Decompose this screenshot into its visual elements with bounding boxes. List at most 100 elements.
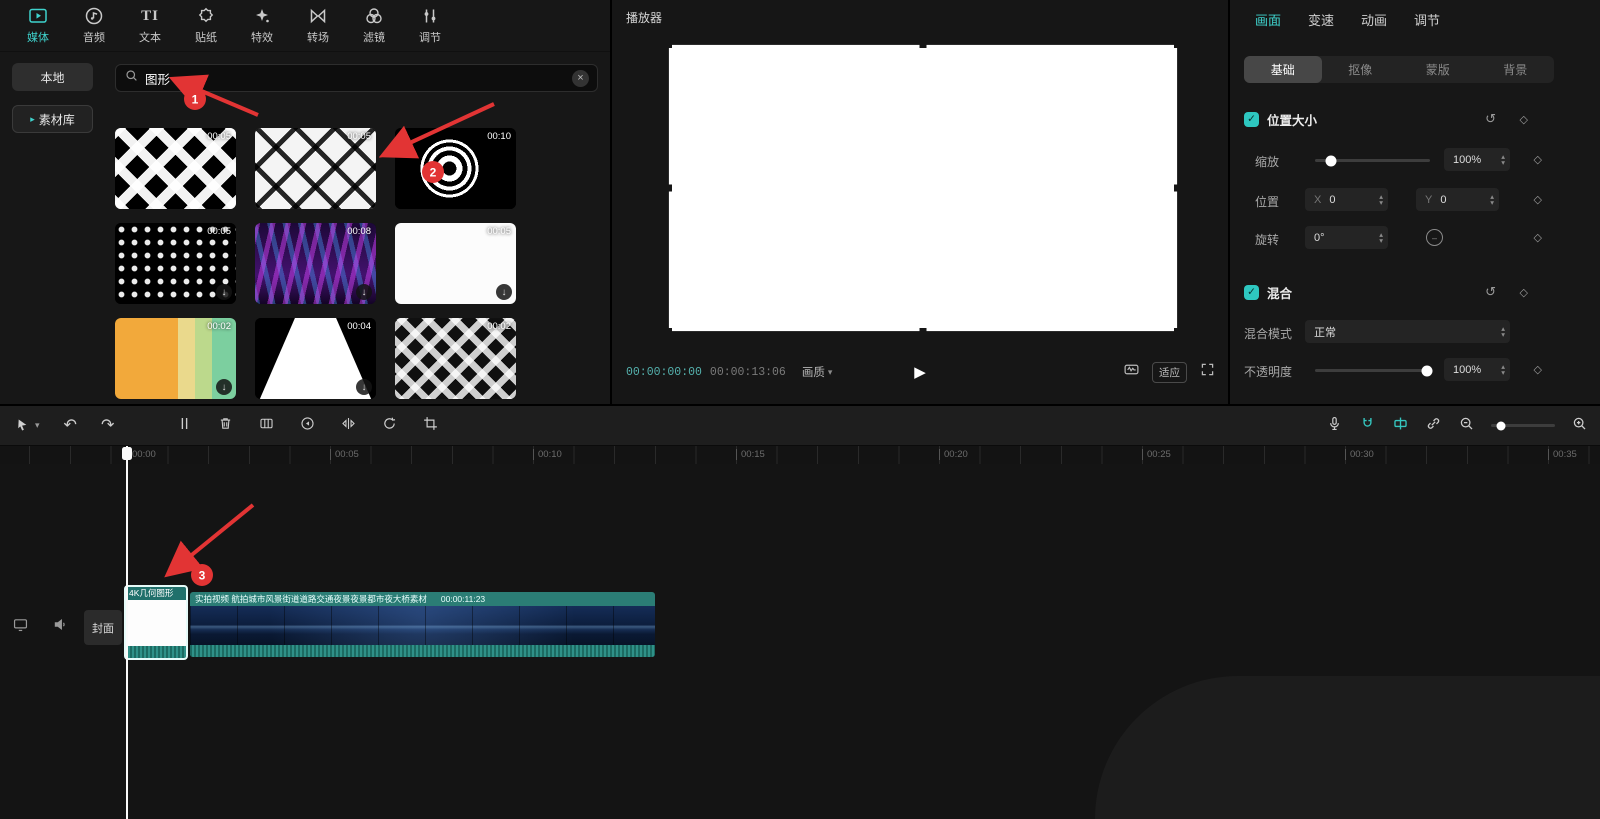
freeze-frame-button[interactable] xyxy=(258,415,275,437)
stepper-icon[interactable]: ▴▾ xyxy=(1501,154,1505,166)
reverse-button[interactable] xyxy=(299,415,316,437)
keyframe-icon[interactable]: ◇ xyxy=(1520,113,1528,126)
split-button[interactable] xyxy=(176,415,193,437)
download-icon[interactable]: ↓ xyxy=(216,284,232,300)
stepper-icon[interactable]: ▴▾ xyxy=(1501,326,1505,338)
auto-snap-icon[interactable] xyxy=(1392,415,1409,437)
stepper-icon[interactable]: ▴▾ xyxy=(1379,232,1383,244)
scale-slider-handle[interactable] xyxy=(1326,155,1337,166)
resize-handle[interactable] xyxy=(665,41,672,48)
rotate-button[interactable] xyxy=(381,415,398,437)
delete-button[interactable] xyxy=(217,415,234,437)
scale-slider[interactable] xyxy=(1315,159,1430,162)
clear-search-icon[interactable]: × xyxy=(572,70,589,87)
media-item[interactable]: 00:08 ↓ xyxy=(255,223,376,304)
frame-preview-icon[interactable] xyxy=(1123,361,1140,383)
media-item[interactable]: 00:05 ↓ xyxy=(395,223,516,304)
position-y-field[interactable]: Y 0 ▴▾ xyxy=(1416,188,1499,211)
media-item[interactable]: 00:05 ↓ xyxy=(115,223,236,304)
opacity-slider-handle[interactable] xyxy=(1422,365,1433,376)
tab-text[interactable]: TI 文本 xyxy=(128,6,172,45)
sidebar-item-local[interactable]: 本地 xyxy=(12,63,93,91)
crop-button[interactable] xyxy=(422,415,439,437)
subtab-basic[interactable]: 基础 xyxy=(1244,56,1322,83)
tab-audio[interactable]: 音频 xyxy=(72,6,116,45)
track-mute-icon[interactable] xyxy=(52,616,69,638)
timeline-ruler[interactable]: 00:00 00:05 00:10 00:15 00:20 00:25 00:3… xyxy=(0,446,1600,464)
blend-mode-dropdown[interactable]: 正常 ▴▾ xyxy=(1305,320,1510,343)
playhead-handle[interactable] xyxy=(122,447,132,460)
tab-filter[interactable]: 滤镜 xyxy=(352,6,396,45)
download-icon[interactable]: ↓ xyxy=(216,379,232,395)
tab-speed[interactable]: 变速 xyxy=(1308,10,1334,29)
keyframe-icon[interactable]: ◇ xyxy=(1520,286,1528,299)
undo-button[interactable]: ↶ xyxy=(64,418,77,434)
opacity-slider[interactable] xyxy=(1315,369,1430,372)
stepper-icon[interactable]: ▴▾ xyxy=(1379,194,1383,206)
play-button[interactable]: ▶ xyxy=(914,363,926,381)
search-input[interactable] xyxy=(145,71,566,85)
keyframe-icon[interactable]: ◇ xyxy=(1534,363,1542,376)
fit-button[interactable]: 适应 xyxy=(1152,362,1187,383)
reset-icon[interactable]: ↺ xyxy=(1485,284,1496,300)
tab-effects[interactable]: 特效 xyxy=(240,6,284,45)
tab-media[interactable]: 媒体 xyxy=(16,6,60,45)
tab-adjust[interactable]: 调节 xyxy=(408,6,452,45)
mirror-button[interactable] xyxy=(340,415,357,437)
keyframe-icon[interactable]: ◇ xyxy=(1534,231,1542,244)
tab-transition[interactable]: 转场 xyxy=(296,6,340,45)
link-preview-icon[interactable] xyxy=(1425,415,1442,437)
keyframe-icon[interactable]: ◇ xyxy=(1534,153,1542,166)
subtab-keying[interactable]: 抠像 xyxy=(1322,56,1400,83)
subtab-background[interactable]: 背景 xyxy=(1477,56,1555,83)
media-item[interactable]: 00:02 xyxy=(395,318,516,399)
media-item[interactable]: 00:04 ↓ xyxy=(255,318,376,399)
media-item[interactable]: 00:05 xyxy=(255,128,376,209)
resize-handle[interactable] xyxy=(665,328,672,335)
position-size-checkbox[interactable]: ✓ xyxy=(1244,112,1259,127)
rotate-value-field[interactable]: 0° ▴▾ xyxy=(1305,226,1388,249)
opacity-value-field[interactable]: 100% ▴▾ xyxy=(1444,358,1510,381)
resize-handle[interactable] xyxy=(1174,328,1181,335)
tab-adjustment[interactable]: 调节 xyxy=(1414,10,1440,29)
blend-checkbox[interactable]: ✓ xyxy=(1244,285,1259,300)
resize-handle[interactable] xyxy=(920,328,927,335)
timeline-clip-shape[interactable]: 4K几何图形 xyxy=(124,585,188,660)
position-x-field[interactable]: X 0 ▴▾ xyxy=(1305,188,1388,211)
timeline-zoom-slider[interactable] xyxy=(1491,424,1555,427)
resize-handle[interactable] xyxy=(665,185,672,192)
media-item[interactable]: 00:10 xyxy=(395,128,516,209)
preview-canvas[interactable] xyxy=(668,44,1178,332)
zoom-out-icon[interactable] xyxy=(1458,415,1475,437)
zoom-slider-handle[interactable] xyxy=(1497,421,1506,430)
media-item[interactable]: 00:02 ↓ xyxy=(115,318,236,399)
download-icon[interactable]: ↓ xyxy=(356,284,372,300)
tab-animation[interactable]: 动画 xyxy=(1361,10,1387,29)
sidebar-item-library[interactable]: ▸ 素材库 xyxy=(12,105,93,133)
timeline-clip-video[interactable]: 实拍视频 航拍城市风景街道道路交通夜景夜景都市夜大桥素材 00:00:11:23 xyxy=(190,592,655,657)
stepper-icon[interactable]: ▴▾ xyxy=(1501,364,1505,376)
record-voice-icon[interactable] xyxy=(1326,415,1343,437)
resize-handle[interactable] xyxy=(1174,41,1181,48)
rotation-dial[interactable]: – xyxy=(1426,229,1443,246)
resize-handle[interactable] xyxy=(920,41,927,48)
subtab-mask[interactable]: 蒙版 xyxy=(1399,56,1477,83)
fullscreen-icon[interactable] xyxy=(1199,361,1216,383)
playhead-line[interactable] xyxy=(126,446,128,819)
tab-picture[interactable]: 画面 xyxy=(1255,10,1281,29)
media-item[interactable]: 00:05 xyxy=(115,128,236,209)
download-icon[interactable]: ↓ xyxy=(356,379,372,395)
main-track-magnet-icon[interactable] xyxy=(1359,415,1376,437)
zoom-in-icon[interactable] xyxy=(1571,415,1588,437)
keyframe-icon[interactable]: ◇ xyxy=(1534,193,1542,206)
quality-dropdown[interactable]: 画质 ▾ xyxy=(802,364,833,380)
select-tool[interactable]: ▾ xyxy=(14,417,40,434)
download-icon[interactable]: ↓ xyxy=(496,284,512,300)
cover-button[interactable]: 封面 xyxy=(84,610,122,645)
resize-handle[interactable] xyxy=(1174,185,1181,192)
scale-value-field[interactable]: 100% ▴▾ xyxy=(1444,148,1510,171)
track-monitor-icon[interactable] xyxy=(12,616,29,638)
stepper-icon[interactable]: ▴▾ xyxy=(1490,194,1494,206)
redo-button[interactable]: ↷ xyxy=(101,418,114,434)
reset-icon[interactable]: ↺ xyxy=(1485,111,1496,127)
